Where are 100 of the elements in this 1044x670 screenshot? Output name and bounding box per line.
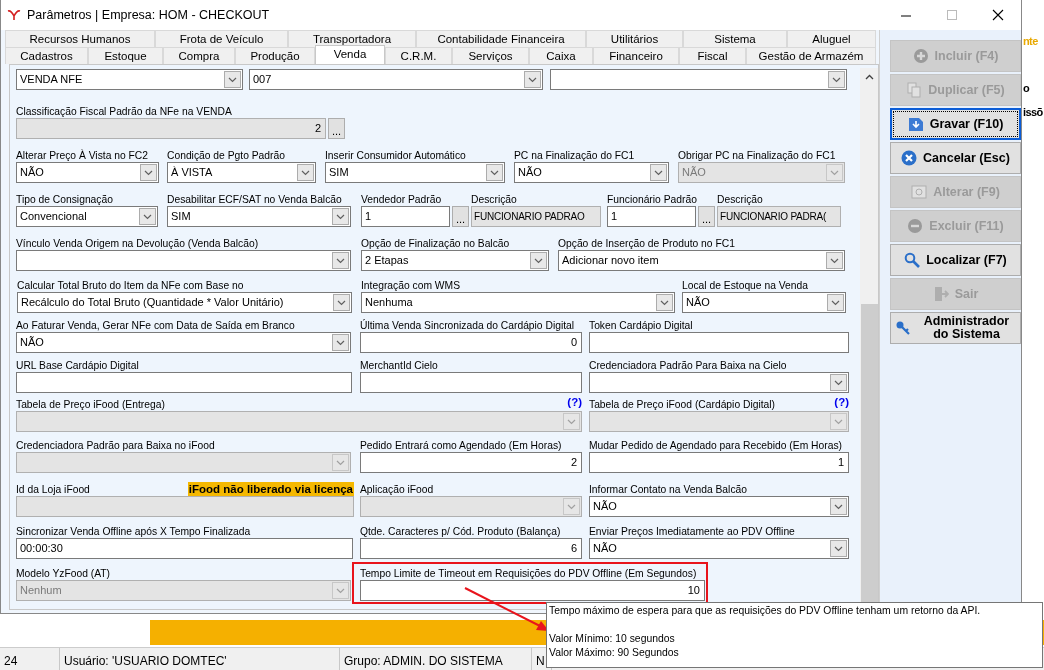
text-field[interactable]: 1 [607,206,696,227]
tab[interactable]: Fiscal [679,47,746,64]
dropdown[interactable]: Nenhuma [361,292,675,313]
dropdown[interactable]: NÃO [589,538,849,559]
number-field[interactable]: 2 [360,452,582,473]
scroll-thumb[interactable] [860,304,878,604]
browse-button[interactable]: ... [452,206,469,227]
chevron-down-icon[interactable] [333,294,350,311]
number-field[interactable]: 6 [360,538,582,559]
text-field[interactable]: 1 [361,206,450,227]
tooltip-text: Tempo máximo de espera para que as requisições do PDV Offline tenham um retorno da API. [549,604,982,618]
field-label: Alterar Preço À Vista no FC2 [16,149,148,162]
dropdown[interactable]: SIM [167,206,351,227]
field-label: Informar Contato na Venda Balcão [589,483,747,496]
number-field[interactable]: 10 [360,580,705,601]
background-text: o [1023,81,1030,96]
tab[interactable]: Frota de Veículo [155,30,288,47]
field-label: Tipo de Consignação [16,193,113,206]
chevron-down-icon[interactable] [826,252,843,269]
field-label: Aplicação iFood [360,483,434,496]
dropdown[interactable]: 2 Etapas [361,250,549,271]
number-field[interactable]: 1 [589,452,849,473]
chevron-down-icon[interactable] [830,540,847,557]
field-label: Integração com WMS [361,279,460,292]
background-text: nte [1023,34,1038,49]
chevron-down-icon[interactable] [332,208,349,225]
field-label: Condição de Pgto Padrão [167,149,285,162]
action-button[interactable]: Gravar (F10) [890,108,1021,140]
chevron-down-icon[interactable] [140,164,157,181]
dropdown[interactable] [589,372,849,393]
tab[interactable]: Financeiro [593,47,679,64]
text-field[interactable] [589,332,849,353]
chevron-down-icon[interactable] [139,208,156,225]
tab[interactable]: Utilitários [586,30,683,47]
field-label: Obrigar PC na Finalização do FC1 [678,149,836,162]
dropdown[interactable]: 007 [249,69,543,90]
action-button[interactable]: Administrador do Sistema [890,312,1021,344]
chevron-down-icon[interactable] [524,71,541,88]
tab[interactable]: Serviços [452,47,529,64]
dropdown[interactable]: SIM [325,162,505,183]
field-label: Token Cardápio Digital [589,319,693,332]
field-label: Modelo YzFood (AT) [16,567,111,580]
tab[interactable]: Transportadora [288,30,416,47]
field-label: Tempo Limite de Timeout em Requisições do PDV Offline (Em Segundos) [360,567,697,580]
chevron-down-icon[interactable] [486,164,503,181]
chevron-down-icon[interactable] [530,252,547,269]
tab[interactable]: Compra [163,47,235,64]
field-label: MerchantId Cielo [360,359,438,372]
dropdown: Nenhum [16,580,351,601]
tab[interactable]: Recursos Humanos [5,30,155,47]
dropdown[interactable]: Recálculo do Total Bruto (Quantidade * Valor Unitário) [17,292,352,313]
chevron-down-icon[interactable] [297,164,314,181]
field-label: Classificação Fiscal Padrão da NFe na VENDA [16,105,232,118]
text-field[interactable]: 00:00:30 [16,538,353,559]
chevron-down-icon[interactable] [332,252,349,269]
dropdown[interactable]: Adicionar novo item [558,250,845,271]
tab[interactable]: Produção [235,47,315,64]
action-button[interactable]: Cancelar (Esc) [890,142,1021,174]
app-logo-icon [7,9,21,21]
dropdown[interactable]: Convencional [16,206,158,227]
tab[interactable]: Caixa [529,47,593,64]
field-label: Opção de Inserção de Produto no FC1 [558,237,735,250]
tab[interactable]: Contabilidade Financeira [416,30,586,47]
chevron-down-icon[interactable] [828,71,845,88]
field-label: Qtde. Caracteres p/ Cód. Produto (Balança) [360,525,561,538]
scrollbar[interactable] [860,68,878,604]
tab[interactable]: Cadastros [5,47,88,64]
field-label: Tabela de Preço iFood (Cardápio Digital) [589,398,775,411]
search-icon [904,252,921,268]
dropdown[interactable]: NÃO [16,332,351,353]
chevron-down-icon[interactable] [650,164,667,181]
dropdown[interactable]: NÃO [16,162,159,183]
text-field: FUNCIONARIO PADRA( [717,206,841,227]
chevron-down-icon[interactable] [224,71,241,88]
dropdown[interactable]: NÃO [514,162,669,183]
chevron-down-icon[interactable] [656,294,673,311]
text-field[interactable] [16,372,352,393]
dropdown[interactable]: À VISTA [167,162,316,183]
dropdown[interactable] [16,250,351,271]
action-button[interactable]: Localizar (F7) [890,244,1021,276]
number-field[interactable]: 0 [360,332,582,353]
text-field[interactable] [360,372,582,393]
tab[interactable]: Estoque [88,47,163,64]
tab[interactable]: Aluguel [787,30,876,47]
tab[interactable]: Venda [315,45,385,64]
cancel-icon [901,150,918,166]
tab[interactable]: Gestão de Armazém [746,47,876,64]
dropdown[interactable]: NÃO [589,496,849,517]
chevron-down-icon[interactable] [830,498,847,515]
chevron-down-icon[interactable] [332,334,349,351]
dropdown[interactable]: VENDA NFE [16,69,243,90]
dropdown[interactable] [550,69,847,90]
field-label: Mudar Pedido de Agendado para Recebido (Em Horas) [589,439,842,452]
dropdown[interactable]: NÃO [682,292,846,313]
tooltip-text: Valor Mínimo: 10 segundos [549,632,676,646]
tab[interactable]: C.R.M. [385,47,452,64]
browse-button[interactable]: ... [698,206,715,227]
chevron-down-icon[interactable] [830,374,847,391]
tab[interactable]: Sistema [683,30,787,47]
chevron-down-icon[interactable] [827,294,844,311]
